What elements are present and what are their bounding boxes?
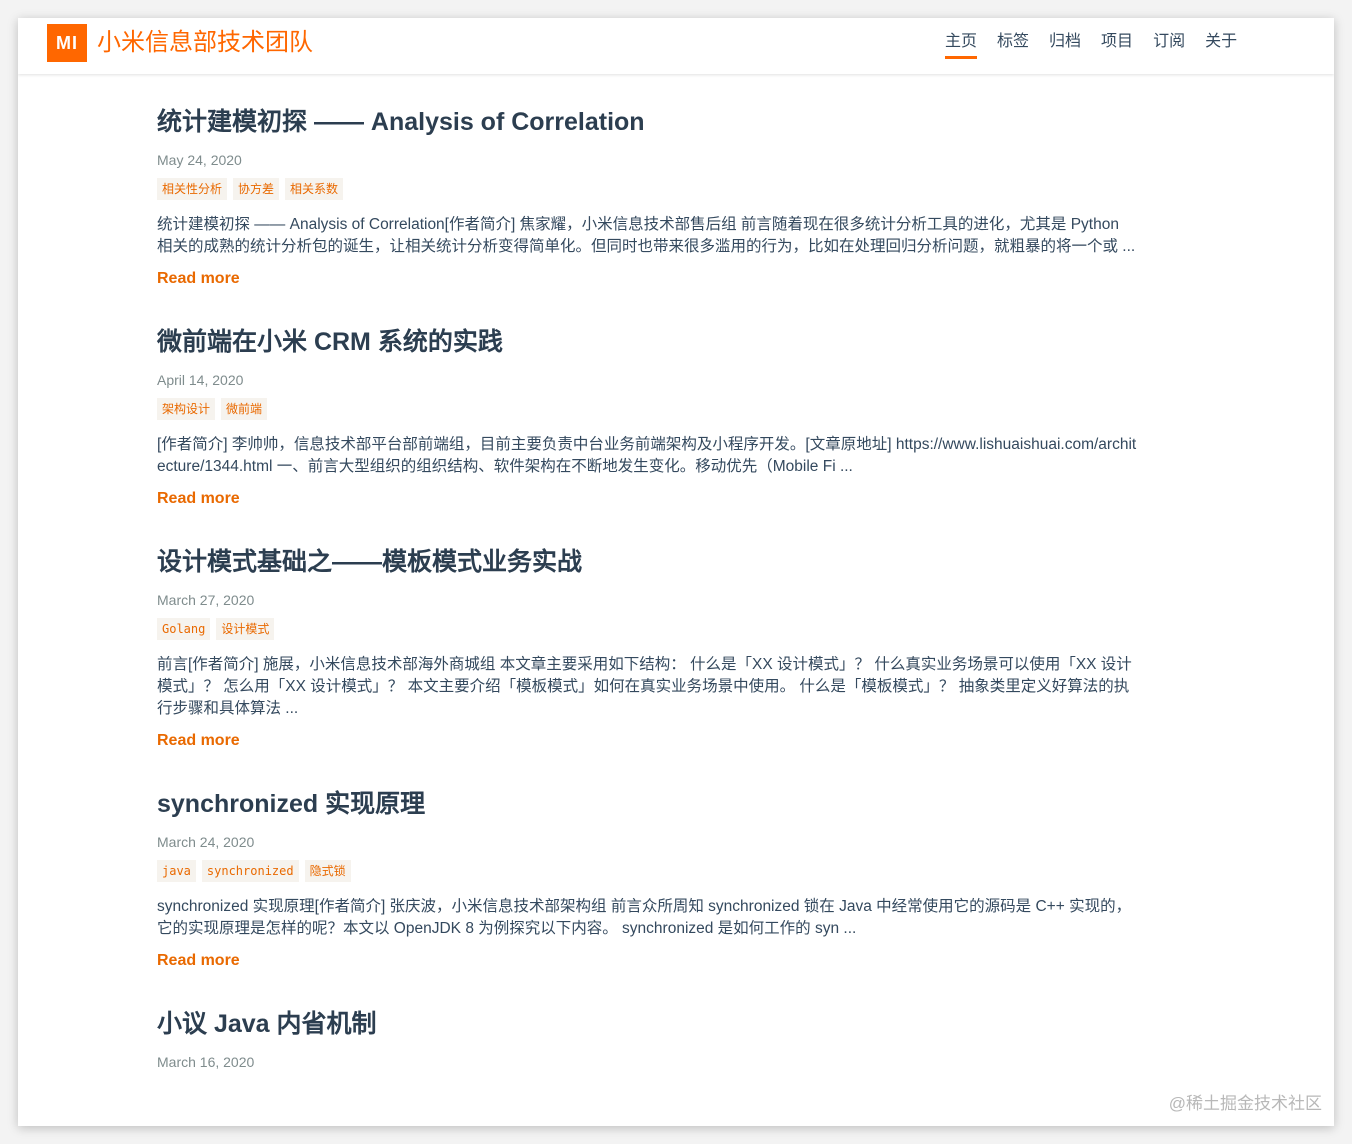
tag[interactable]: 相关性分析 [157, 178, 228, 200]
post-title[interactable]: 小议 Java 内省机制 [157, 1006, 1137, 1042]
post-item: 微前端在小米 CRM 系统的实践 April 14, 2020 架构设计 微前端… [157, 324, 1137, 510]
tag[interactable]: 相关系数 [285, 178, 344, 200]
post-title[interactable]: synchronized 实现原理 [157, 786, 1137, 822]
nav-tags[interactable]: 标签 [997, 30, 1029, 59]
mi-logo-icon[interactable]: MI [47, 24, 87, 62]
post-item: 统计建模初探 —— Analysis of Correlation May 24… [157, 104, 1137, 290]
tag[interactable]: 协方差 [233, 178, 280, 200]
tag[interactable]: 隐式锁 [304, 860, 351, 882]
post-tags: 相关性分析 协方差 相关系数 [157, 178, 1137, 200]
nav-projects[interactable]: 项目 [1101, 30, 1133, 59]
read-more-link[interactable]: Read more [157, 488, 240, 510]
nav-archive[interactable]: 归档 [1049, 30, 1081, 59]
tag[interactable]: 架构设计 [157, 398, 216, 420]
tag[interactable]: 微前端 [221, 398, 268, 420]
nav-subscribe[interactable]: 订阅 [1153, 30, 1185, 59]
site-title[interactable]: 小米信息部技术团队 [97, 27, 313, 59]
post-date: May 24, 2020 [157, 152, 242, 168]
read-more-link[interactable]: Read more [157, 268, 240, 290]
tag[interactable]: java [157, 860, 196, 882]
post-excerpt: 前言[作者简介] 施展，小米信息技术部海外商城组 本文章主要采用如下结构： 什么… [157, 656, 1132, 717]
watermark: @稀土掘金技术社区 [1168, 1094, 1322, 1113]
post-excerpt: synchronized 实现原理[作者简介] 张庆波，小米信息技术部架构组 前… [157, 898, 1132, 937]
post-tags: 架构设计 微前端 [157, 398, 1137, 420]
read-more-link[interactable]: Read more [157, 730, 240, 752]
post-excerpt: 统计建模初探 —— Analysis of Correlation[作者简介] … [157, 216, 1136, 255]
post-title[interactable]: 设计模式基础之——模板模式业务实战 [157, 544, 1137, 580]
nav-home[interactable]: 主页 [945, 30, 978, 59]
post-date: March 27, 2020 [157, 592, 255, 608]
post-tags: java synchronized 隐式锁 [157, 860, 1137, 882]
post-list: 统计建模初探 —— Analysis of Correlation May 24… [157, 104, 1137, 1106]
tag[interactable]: synchronized [201, 860, 299, 882]
post-tags: Golang 设计模式 [157, 618, 1137, 640]
post-item: 设计模式基础之——模板模式业务实战 March 27, 2020 Golang … [157, 544, 1137, 752]
tag[interactable]: Golang [157, 618, 211, 640]
top-nav: 主页 标签 归档 项目 订阅 关于 [945, 30, 1257, 59]
post-title[interactable]: 统计建模初探 —— Analysis of Correlation [157, 104, 1137, 140]
read-more-link[interactable]: Read more [157, 950, 240, 972]
browser-window: MI 小米信息部技术团队 主页 标签 归档 项目 订阅 关于 统计建模初探 ——… [18, 18, 1334, 1126]
post-date: April 14, 2020 [157, 372, 244, 388]
post-date: March 24, 2020 [157, 834, 255, 850]
nav-about[interactable]: 关于 [1205, 30, 1237, 59]
post-excerpt: [作者简介] 李帅帅，信息技术部平台部前端组，目前主要负责中台业务前端架构及小程… [157, 436, 1137, 475]
tag[interactable]: 设计模式 [216, 618, 275, 640]
post-item: 小议 Java 内省机制 March 16, 2020 [157, 1006, 1137, 1072]
post-item: synchronized 实现原理 March 24, 2020 java sy… [157, 786, 1137, 972]
site-header: MI 小米信息部技术团队 主页 标签 归档 项目 订阅 关于 [18, 18, 1334, 74]
post-title[interactable]: 微前端在小米 CRM 系统的实践 [157, 324, 1137, 360]
post-date: March 16, 2020 [157, 1054, 255, 1070]
